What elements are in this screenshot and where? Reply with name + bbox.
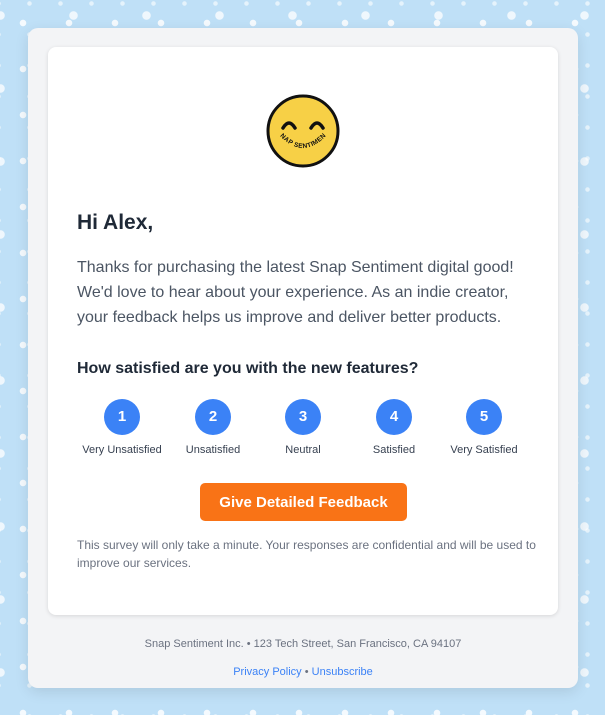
survey-note: This survey will only take a minute. You… <box>77 538 536 570</box>
rating-circle[interactable]: 1 <box>104 399 140 435</box>
email-card: SNAP SENTIMENT Hi Alex, Thanks for purch… <box>48 47 558 615</box>
smiley-logo-icon: SNAP SENTIMENT <box>266 94 340 168</box>
rating-label: Very Satisfied <box>450 444 518 456</box>
rating-option-5[interactable]: 5 Very Satisfied <box>429 399 539 456</box>
footer-separator: • <box>304 666 309 678</box>
rating-circle[interactable]: 3 <box>285 399 321 435</box>
footer-links: Privacy Policy • Unsubscribe <box>28 666 578 678</box>
rating-circle[interactable]: 4 <box>376 399 412 435</box>
survey-question: How satisfied are you with the new featu… <box>77 360 419 377</box>
rating-circle[interactable]: 5 <box>466 399 502 435</box>
rating-circle[interactable]: 2 <box>195 399 231 435</box>
greeting-heading: Hi Alex, <box>77 211 154 234</box>
email-body-text: Thanks for purchasing the latest Snap Se… <box>77 259 514 326</box>
give-feedback-button[interactable]: Give Detailed Feedback <box>200 483 407 521</box>
unsubscribe-link[interactable]: Unsubscribe <box>312 666 373 678</box>
email-container: SNAP SENTIMENT Hi Alex, Thanks for purch… <box>28 28 578 688</box>
privacy-policy-link[interactable]: Privacy Policy <box>233 666 301 678</box>
footer-address: Snap Sentiment Inc. • 123 Tech Street, S… <box>144 638 462 650</box>
